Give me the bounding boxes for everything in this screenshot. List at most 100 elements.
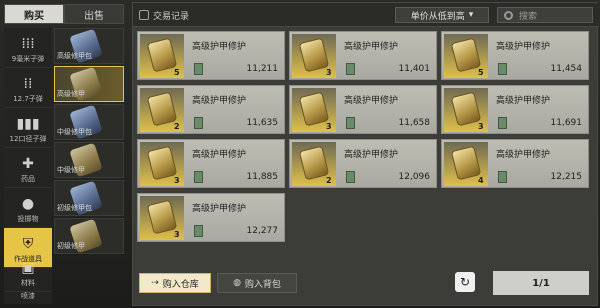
item-quantity: 5 (174, 68, 180, 77)
listing-card[interactable]: 3 高级护甲修护 12,277 (137, 193, 285, 242)
listing-card[interactable]: 3 高级护甲修护 11,885 (137, 139, 285, 188)
category-12g[interactable]: ▮▮▮ 12口径子弹 (4, 108, 52, 148)
sort-label: 单价从低到高 (410, 11, 465, 22)
subcategory-item[interactable]: 中级修甲 (54, 142, 124, 178)
listing-card[interactable]: 2 高级护甲修护 12,096 (289, 139, 437, 188)
search-input[interactable]: 搜索 (497, 7, 593, 23)
backpack-icon: ◍ (233, 278, 241, 288)
category-label: 12.7子弹 (13, 95, 43, 103)
search-placeholder: 搜索 (519, 11, 538, 22)
listing-toolbar: 交易记录 单价从低到高 ▾ 搜索 (133, 3, 599, 27)
listing-card[interactable]: 5 高级护甲修护 11,454 (441, 31, 589, 80)
record-icon (139, 10, 149, 20)
armor-repair-icon (298, 91, 330, 127)
item-name: 高级护甲修护 (192, 42, 247, 52)
listing-grid: 5 高级护甲修护 11,211 3 高级护甲修护 11,401 5 高级护甲修护… (137, 31, 595, 249)
category-materials[interactable]: ▣ 材料 (4, 261, 52, 292)
refresh-icon: ↻ (459, 275, 471, 289)
subcategory-label: 中级修甲 (57, 166, 85, 174)
currency-icon (194, 117, 203, 129)
item-name: 高级护甲修护 (192, 96, 247, 106)
armor-repair-icon (146, 37, 178, 73)
buy-to-warehouse-button[interactable]: ⇢ 购入仓库 (139, 273, 211, 293)
category-throwables[interactable]: ● 投掷物 (4, 188, 52, 228)
item-name: 高级护甲修护 (344, 96, 399, 106)
listing-card[interactable]: 4 高级护甲修护 12,215 (441, 139, 589, 188)
item-quantity: 3 (174, 230, 180, 239)
grenade-icon: ● (21, 196, 35, 212)
item-price: 12,096 (398, 172, 431, 182)
listing-card[interactable]: 3 高级护甲修护 11,691 (441, 85, 589, 134)
armor-repair-icon (146, 199, 178, 235)
category-label: 9毫米子弹 (11, 55, 45, 63)
item-price: 12,277 (246, 226, 279, 236)
armor-repair-icon (146, 91, 178, 127)
subcategory-label: 中级修甲包 (57, 128, 92, 136)
currency-icon (194, 225, 203, 237)
currency-icon (498, 63, 507, 75)
subcategory-list: 高级修甲包 高级修甲 中级修甲包 中级修甲 初级修甲包 初级修甲 (52, 28, 124, 254)
listing-card[interactable]: 5 高级护甲修护 11,211 (137, 31, 285, 80)
shotgun-shells-icon: ▮▮▮ (16, 116, 40, 132)
currency-icon (194, 63, 203, 75)
subcategory-label: 高级修甲包 (57, 52, 92, 60)
item-name: 高级护甲修护 (192, 150, 247, 160)
item-price: 11,658 (398, 118, 431, 128)
chevron-down-icon: ▾ (468, 10, 474, 20)
subcategory-item[interactable]: 高级修甲 (54, 66, 124, 102)
category-label: 喷漆 (21, 292, 35, 300)
refresh-button[interactable]: ↻ (455, 272, 475, 292)
item-quantity: 5 (478, 68, 484, 77)
sort-dropdown[interactable]: 单价从低到高 ▾ (395, 7, 489, 23)
currency-icon (346, 171, 355, 183)
item-quantity: 3 (478, 122, 484, 131)
currency-icon (346, 63, 355, 75)
item-quantity: 2 (326, 176, 332, 185)
buy-to-backpack-label: 购入背包 (244, 279, 281, 290)
subcategory-item[interactable]: 初级修甲 (54, 218, 124, 254)
item-price: 12,215 (550, 172, 583, 182)
item-price: 11,635 (246, 118, 279, 128)
item-quantity: 4 (478, 176, 484, 185)
trade-record-label: 交易记录 (153, 11, 190, 22)
item-quantity: 3 (326, 68, 332, 77)
category-9mm[interactable]: ⁞⁞⁞ 9毫米子弹 (4, 28, 52, 68)
item-price: 11,211 (246, 64, 279, 74)
armor-repair-icon (450, 145, 482, 181)
currency-icon (346, 117, 355, 129)
search-icon (504, 10, 513, 20)
category-label: 12口径子弹 (9, 135, 47, 143)
category-label: 药品 (21, 175, 35, 183)
buy-to-backpack-button[interactable]: ◍ 购入背包 (217, 273, 297, 293)
subcategory-item[interactable]: 高级修甲包 (54, 28, 124, 64)
medkit-icon: ✚ (22, 156, 34, 172)
item-name: 高级护甲修护 (344, 150, 399, 160)
item-name: 高级护甲修护 (192, 204, 247, 214)
listing-panel: 交易记录 单价从低到高 ▾ 搜索 5 高级护甲修护 11,211 3 高级护甲修… (132, 2, 599, 306)
subcategory-item[interactable]: 初级修甲包 (54, 180, 124, 216)
subcategory-item[interactable]: 中级修甲包 (54, 104, 124, 140)
item-name: 高级护甲修护 (344, 42, 399, 52)
armor-repair-icon (298, 145, 330, 181)
item-quantity: 2 (174, 122, 180, 131)
category-medicine[interactable]: ✚ 药品 (4, 148, 52, 188)
buy-to-warehouse-label: 购入仓库 (162, 279, 199, 290)
item-name: 高级护甲修护 (496, 150, 551, 160)
listing-card[interactable]: 2 高级护甲修护 11,635 (137, 85, 285, 134)
currency-icon (498, 117, 507, 129)
category-127[interactable]: ⁞⁞ 12.7子弹 (4, 68, 52, 108)
trade-record-button[interactable]: 交易记录 (139, 7, 189, 23)
category-spray[interactable]: 喷漆 (4, 290, 52, 304)
game-screen: 购买 出售 ⁞⁞⁞ 9毫米子弹 ⁞⁞ 12.7子弹 ▮▮▮ 12口径子弹 ✚ 药… (0, 0, 600, 308)
listing-card[interactable]: 3 高级护甲修护 11,401 (289, 31, 437, 80)
tab-sell[interactable]: 出售 (64, 4, 124, 24)
shield-plus-icon: ⛨ (22, 236, 34, 252)
armor-repair-icon (450, 91, 482, 127)
item-price: 11,885 (246, 172, 279, 182)
armor-repair-icon (450, 37, 482, 73)
listing-card[interactable]: 3 高级护甲修护 11,658 (289, 85, 437, 134)
item-price: 11,401 (398, 64, 431, 74)
tab-buy[interactable]: 购买 (4, 4, 64, 24)
category-label: 材料 (21, 279, 35, 287)
bullets-127-icon: ⁞⁞ (23, 76, 33, 92)
